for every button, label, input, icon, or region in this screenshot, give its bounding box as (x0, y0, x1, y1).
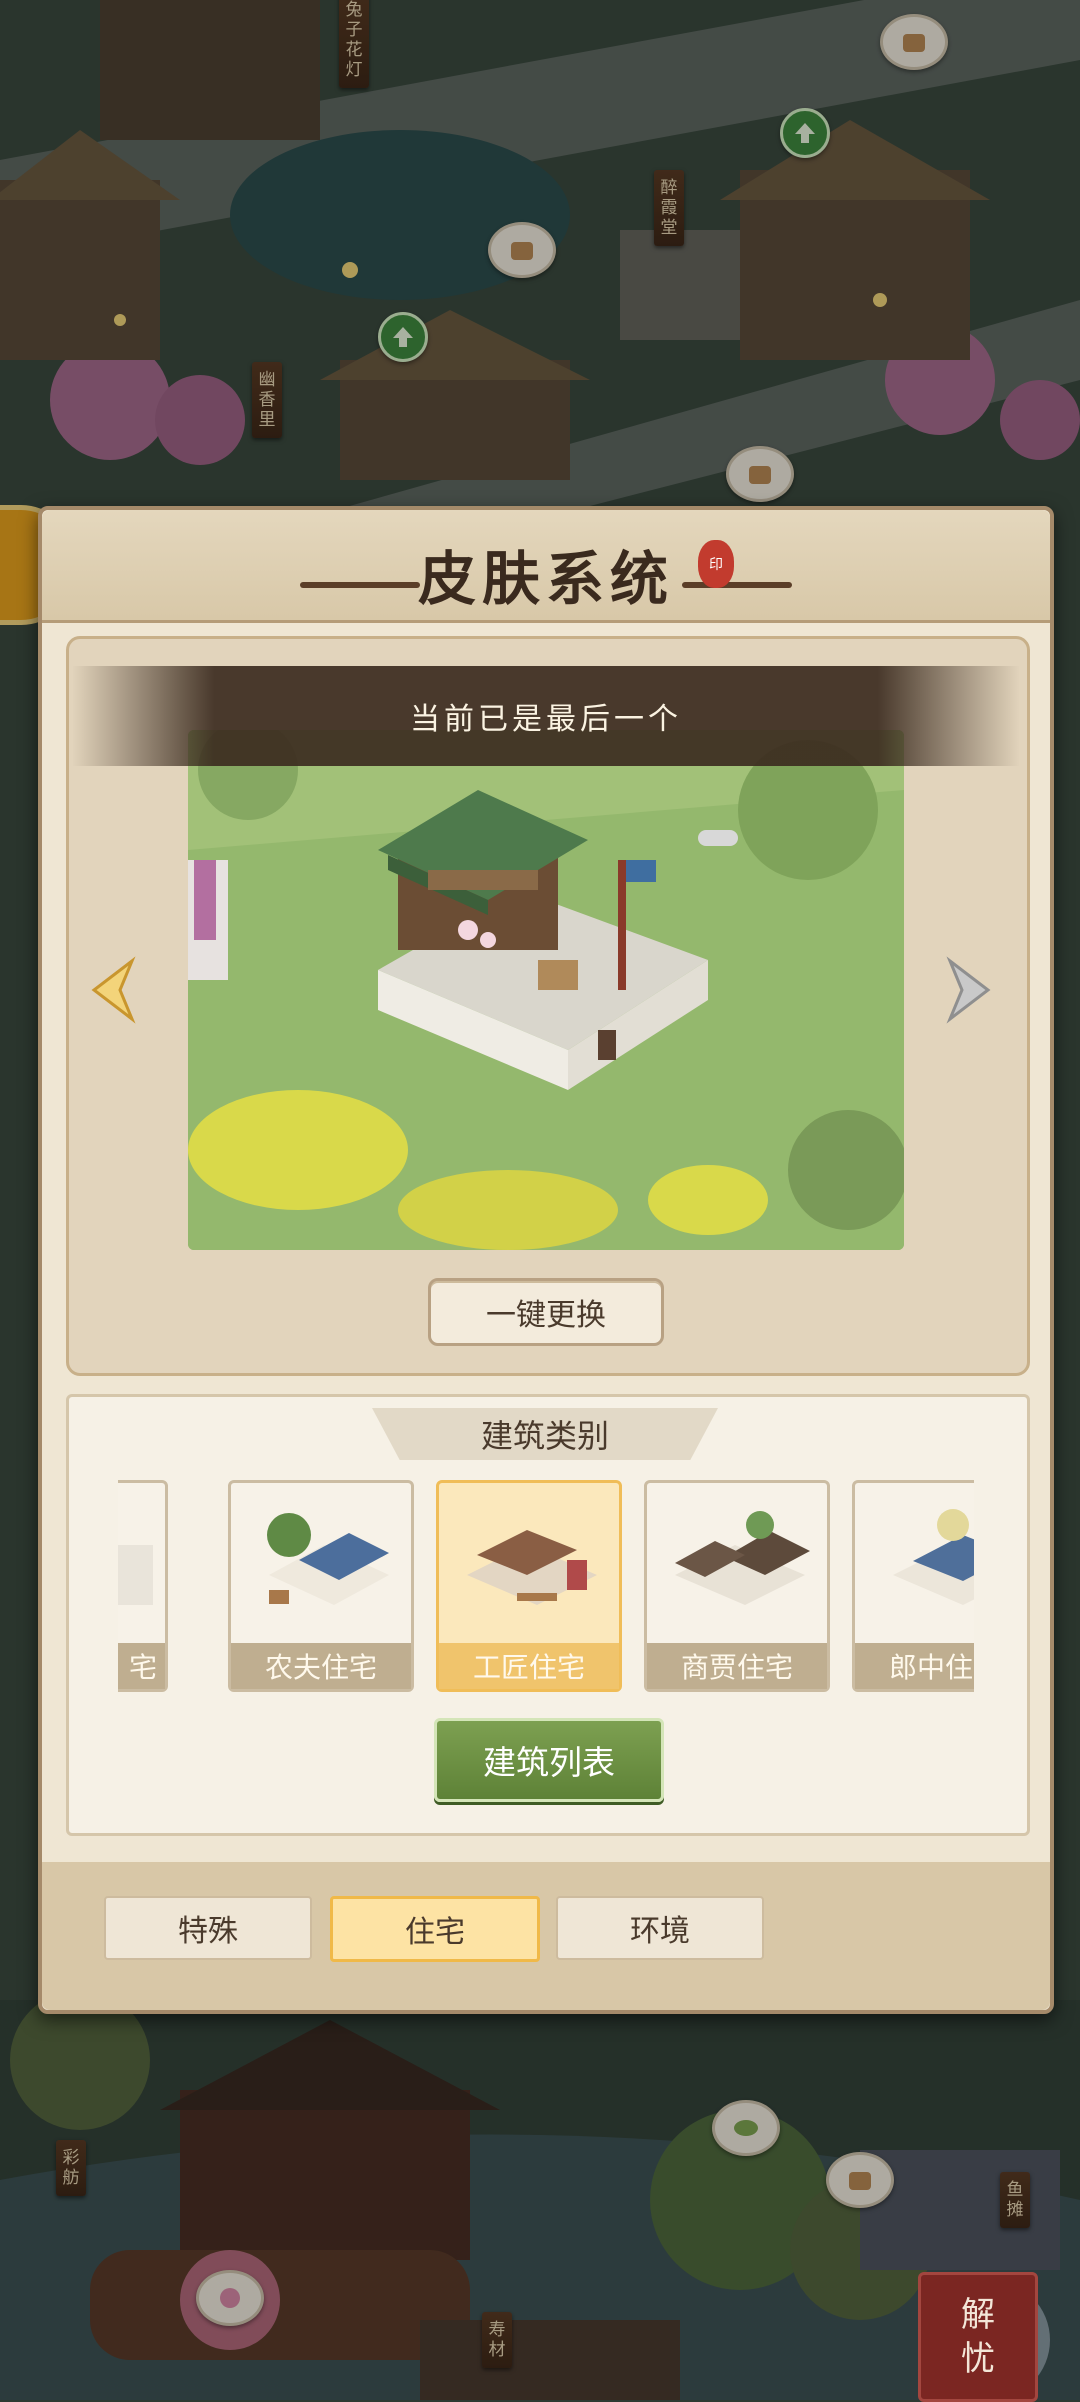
building-card[interactable]: 商贾住宅 (644, 1480, 830, 1692)
building-category-header: 建筑类别 (372, 1408, 718, 1460)
panel-title-bar: 皮肤系统 印 (42, 510, 1050, 623)
chevron-right-icon (946, 956, 991, 1024)
next-skin-button[interactable] (936, 950, 1004, 1030)
building-card-label: 工匠住宅 (439, 1643, 619, 1689)
jieyou-char: 解 (961, 2295, 995, 2335)
building-card-label: 农夫住宅 (231, 1643, 411, 1689)
skin-system-panel: 皮肤系统 印 当前已是最后一个 一键更换 建筑类别 宅 农夫住宅 工匠住宅 商贾… (38, 506, 1054, 2014)
building-card[interactable]: 农夫住宅 (228, 1480, 414, 1692)
building-card-label: 商贾住宅 (647, 1643, 827, 1689)
tab-environment[interactable]: 环境 (556, 1896, 764, 1960)
one-click-replace-button[interactable]: 一键更换 (428, 1278, 664, 1346)
jieyou-char: 忧 (961, 2339, 995, 2379)
jieyou-button[interactable]: 解 忧 (918, 2272, 1038, 2402)
building-card-label: 宅 (118, 1643, 165, 1689)
building-list-button[interactable]: 建筑列表 (434, 1718, 664, 1802)
preview-status-banner: 当前已是最后一个 (72, 666, 1020, 766)
building-thumbnail (118, 1505, 153, 1625)
tab-special[interactable]: 特殊 (104, 1896, 312, 1960)
skin-preview-image (188, 730, 904, 1250)
building-card-carousel[interactable]: 宅 农夫住宅 工匠住宅 商贾住宅 郎中住 (118, 1476, 974, 1696)
building-thumbnail (873, 1505, 974, 1625)
seal-icon: 印 (698, 540, 734, 588)
building-card[interactable]: 郎中住宅 (852, 1480, 974, 1692)
prev-skin-button[interactable] (78, 950, 146, 1030)
building-card-selected[interactable]: 工匠住宅 (436, 1480, 622, 1692)
building-thumbnail (665, 1505, 815, 1625)
building-thumbnail (249, 1505, 399, 1625)
building-thumbnail (457, 1505, 607, 1625)
tab-residence[interactable]: 住宅 (330, 1896, 540, 1962)
building-card-label: 郎中住宅 (855, 1643, 974, 1689)
building-card[interactable]: 宅 (118, 1480, 168, 1692)
panel-title: 皮肤系统 (417, 545, 674, 613)
preview-status-text: 当前已是最后一个 (410, 702, 682, 737)
chevron-left-icon (91, 956, 136, 1024)
